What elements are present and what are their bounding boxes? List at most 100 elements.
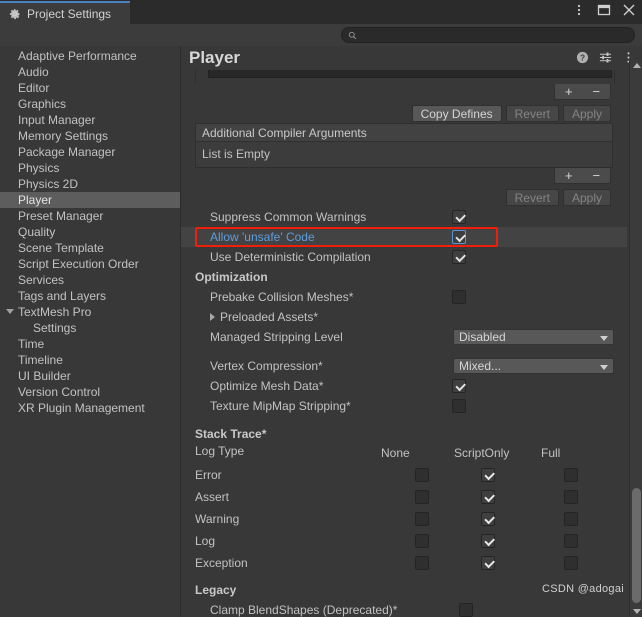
defines-apply-button[interactable]: Apply xyxy=(563,105,611,122)
sidebar-item-ui-builder[interactable]: UI Builder xyxy=(0,368,180,384)
preset-settings-icon[interactable] xyxy=(599,51,612,64)
sidebar-item-adaptive-performance[interactable]: Adaptive Performance xyxy=(0,48,180,64)
defines-revert-button[interactable]: Revert xyxy=(506,105,559,122)
row-use-deterministic-compilation[interactable]: Use Deterministic Compilation xyxy=(181,247,627,267)
kebab-menu-icon[interactable] xyxy=(572,3,586,17)
copy-defines-button[interactable]: Copy Defines xyxy=(412,105,502,122)
sidebar-item-tags-and-layers[interactable]: Tags and Layers xyxy=(0,288,180,304)
vertex-compression-dropdown[interactable]: Mixed... xyxy=(453,358,614,374)
stack-trace-full-checkbox[interactable] xyxy=(564,490,578,504)
defines-remove-button[interactable]: − xyxy=(592,84,600,99)
sidebar-item-audio[interactable]: Audio xyxy=(0,64,180,80)
compiler-args-apply-button[interactable]: Apply xyxy=(563,189,611,206)
row-vertex-compression[interactable]: Vertex Compression* Mixed... xyxy=(181,356,627,376)
help-icon[interactable]: ? xyxy=(576,51,589,64)
row-clamp-blendshapes[interactable]: Clamp BlendShapes (Deprecated)* xyxy=(181,600,627,617)
toggle-label: Suppress Common Warnings xyxy=(181,210,366,224)
stack-trace-full-checkbox[interactable] xyxy=(564,534,578,548)
sidebar-item-player[interactable]: Player xyxy=(0,192,180,208)
stack-trace-scriptonly-checkbox[interactable] xyxy=(481,468,495,482)
defines-add-button[interactable]: + xyxy=(565,84,573,99)
sidebar-item-package-manager[interactable]: Package Manager xyxy=(0,144,180,160)
sidebar-item-scene-template[interactable]: Scene Template xyxy=(0,240,180,256)
managed-stripping-level-dropdown[interactable]: Disabled xyxy=(453,329,614,345)
sidebar-item-preset-manager[interactable]: Preset Manager xyxy=(0,208,180,224)
sidebar-item-label: Timeline xyxy=(18,353,63,367)
compiler-args-remove-button[interactable]: − xyxy=(592,168,600,183)
stack-trace-scriptonly-checkbox[interactable] xyxy=(481,490,495,504)
preloaded-assets-foldout[interactable]: Preloaded Assets* xyxy=(181,310,318,324)
clamp-blendshapes-checkbox[interactable] xyxy=(459,603,473,617)
toggle-checkbox[interactable] xyxy=(452,210,466,224)
sidebar-item-input-manager[interactable]: Input Manager xyxy=(0,112,180,128)
sidebar-item-physics[interactable]: Physics xyxy=(0,160,180,176)
tab-project-settings[interactable]: Project Settings xyxy=(0,1,130,24)
stack-trace-full-checkbox[interactable] xyxy=(564,512,578,526)
stack-trace-none-checkbox[interactable] xyxy=(415,534,429,548)
stack-trace-row-assert[interactable]: Assert xyxy=(181,486,627,508)
stack-trace-scriptonly-checkbox[interactable] xyxy=(481,534,495,548)
sidebar-item-timeline[interactable]: Timeline xyxy=(0,352,180,368)
legacy-section-title: Legacy xyxy=(181,580,627,600)
sidebar-item-time[interactable]: Time xyxy=(0,336,180,352)
sidebar-item-version-control[interactable]: Version Control xyxy=(0,384,180,400)
settings-sidebar[interactable]: Adaptive PerformanceAudioEditorGraphicsI… xyxy=(0,46,180,617)
stack-trace-scriptonly-checkbox[interactable] xyxy=(481,556,495,570)
sidebar-item-label: Script Execution Order xyxy=(18,257,139,271)
stack-trace-none-checkbox[interactable] xyxy=(415,556,429,570)
sidebar-item-physics-2d[interactable]: Physics 2D xyxy=(0,176,180,192)
window-controls xyxy=(572,3,636,17)
scroll-up-arrow-icon[interactable] xyxy=(633,63,641,68)
stack-trace-row-log[interactable]: Log xyxy=(181,530,627,552)
compiler-args-add-button[interactable]: + xyxy=(565,168,573,183)
scroll-down-arrow-icon[interactable] xyxy=(633,609,641,614)
stack-trace-row-warning[interactable]: Warning xyxy=(181,508,627,530)
scrollbar-thumb[interactable] xyxy=(632,488,641,603)
maximize-icon[interactable] xyxy=(597,3,611,17)
toggle-checkbox[interactable] xyxy=(452,230,466,244)
preloaded-assets-label: Preloaded Assets* xyxy=(220,310,318,324)
vertical-scrollbar[interactable] xyxy=(629,60,642,617)
sidebar-item-settings[interactable]: Settings xyxy=(0,320,180,336)
search-icon xyxy=(348,31,357,40)
compiler-args-header: Additional Compiler Arguments xyxy=(196,124,612,142)
compiler-args-add-remove[interactable]: + − xyxy=(554,168,611,184)
row-prebake-collision-meshes[interactable]: Prebake Collision Meshes* xyxy=(181,287,627,307)
row-managed-stripping-level[interactable]: Managed Stripping Level Disabled xyxy=(181,327,627,347)
row-optimize-mesh-data[interactable]: Optimize Mesh Data* xyxy=(181,376,627,396)
define-field[interactable] xyxy=(208,70,612,78)
stack-trace-row-label: Log xyxy=(181,534,215,548)
stack-trace-none-checkbox[interactable] xyxy=(415,468,429,482)
defines-add-remove[interactable]: + − xyxy=(554,84,611,100)
sidebar-item-editor[interactable]: Editor xyxy=(0,80,180,96)
stack-trace-scriptonly-checkbox[interactable] xyxy=(481,512,495,526)
texture-mipmap-stripping-checkbox[interactable] xyxy=(452,399,466,413)
optimize-mesh-data-checkbox[interactable] xyxy=(452,379,466,393)
sidebar-item-script-execution-order[interactable]: Script Execution Order xyxy=(0,256,180,272)
sidebar-item-quality[interactable]: Quality xyxy=(0,224,180,240)
stack-trace-row-error[interactable]: Error xyxy=(181,464,627,486)
stack-trace-full-checkbox[interactable] xyxy=(564,468,578,482)
stack-trace-none-checkbox[interactable] xyxy=(415,490,429,504)
search-box[interactable] xyxy=(341,27,635,43)
toggle-checkbox[interactable] xyxy=(452,250,466,264)
stack-trace-full-checkbox[interactable] xyxy=(564,556,578,570)
stack-trace-row-exception[interactable]: Exception xyxy=(181,552,627,574)
sidebar-item-services[interactable]: Services xyxy=(0,272,180,288)
row-preloaded-assets[interactable]: Preloaded Assets* xyxy=(181,307,627,327)
sidebar-item-label: Graphics xyxy=(18,97,66,111)
compiler-args-revert-button[interactable]: Revert xyxy=(506,189,559,206)
chevron-down-icon[interactable] xyxy=(6,309,14,314)
sidebar-item-graphics[interactable]: Graphics xyxy=(0,96,180,112)
row-texture-mipmap-stripping[interactable]: Texture MipMap Stripping* xyxy=(181,396,627,416)
sidebar-item-xr-plugin-management[interactable]: XR Plugin Management xyxy=(0,400,180,416)
close-icon[interactable] xyxy=(622,3,636,17)
compiler-toggle-rows: Suppress Common Warnings Allow 'unsafe' C… xyxy=(181,207,627,267)
row-allow-unsafe-code[interactable]: Allow 'unsafe' Code xyxy=(181,227,627,247)
sidebar-item-textmesh-pro[interactable]: TextMesh Pro xyxy=(0,304,180,320)
row-suppress-common-warnings[interactable]: Suppress Common Warnings xyxy=(181,207,627,227)
stack-trace-none-checkbox[interactable] xyxy=(415,512,429,526)
search-input[interactable] xyxy=(357,29,628,41)
sidebar-item-memory-settings[interactable]: Memory Settings xyxy=(0,128,180,144)
prebake-collision-meshes-checkbox[interactable] xyxy=(452,290,466,304)
